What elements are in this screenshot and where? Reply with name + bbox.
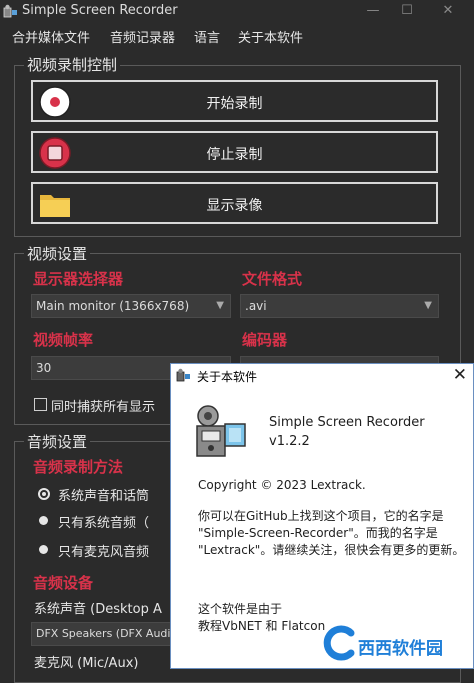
maximize-icon[interactable]: ☐ — [397, 2, 417, 20]
about-desc-line3: "Lextrack"。请继续关注，很快会有更多的更新。 — [198, 543, 465, 557]
show-recordings-label: 显示录像 — [206, 198, 263, 214]
monitor-select[interactable]: Main monitor (1366x768) ▼ — [31, 294, 231, 318]
video-record-group-title: 视频录制控制 — [24, 54, 121, 75]
menu-language[interactable]: 语言 — [194, 27, 220, 46]
video-settings-title: 视频设置 — [24, 243, 91, 264]
about-dialog-titlebar: 关于本软件 ✕ — [171, 364, 473, 387]
show-recordings-button[interactable]: 显示录像 — [31, 182, 438, 224]
file-format-value: .avi — [245, 299, 267, 313]
system-device-select[interactable]: DFX Speakers (DFX Audio E — [31, 622, 188, 646]
about-desc-line1: 你可以在GitHub上找到这个项目，它的名字是 — [198, 509, 444, 523]
stop-record-button[interactable]: 停止录制 — [31, 131, 438, 173]
menu-bar: 合并媒体文件 音频记录器 语言 关于本软件 — [0, 24, 474, 46]
about-made-line2: 教程VbNET 和 Flatcon — [198, 619, 326, 633]
file-format-select[interactable]: .avi ▼ — [240, 294, 439, 318]
about-version: v1.2.2 — [269, 434, 310, 449]
fps-value: 30 — [36, 361, 52, 375]
radio-system-and-mic[interactable] — [38, 488, 50, 500]
start-record-button[interactable]: 开始录制 — [31, 80, 438, 122]
chevron-down-icon: ▼ — [424, 300, 432, 311]
start-record-label: 开始录制 — [206, 96, 263, 112]
radio-mic-only-label: 只有麦克风音频 — [58, 545, 150, 560]
menu-about[interactable]: 关于本软件 — [238, 27, 303, 46]
window-title: Simple Screen Recorder — [22, 3, 178, 18]
audio-method-label: 音频录制方法 — [33, 458, 124, 476]
radio-system-only[interactable] — [39, 516, 48, 525]
audio-settings-title: 音频设置 — [24, 431, 91, 452]
close-icon[interactable]: ✕ — [438, 2, 458, 20]
close-icon[interactable]: ✕ — [453, 365, 467, 385]
fps-label: 视频帧率 — [33, 331, 94, 349]
chevron-down-icon: ▼ — [216, 300, 224, 311]
stop-record-label: 停止录制 — [206, 147, 263, 163]
app-icon — [176, 368, 190, 382]
title-bar: Simple Screen Recorder — ☐ ✕ — [0, 0, 474, 22]
radio-mic-only[interactable] — [39, 545, 48, 554]
about-desc-line2: "Simple-Screen-Recorder"。而我的名字是 — [198, 526, 438, 540]
menu-merge-media[interactable]: 合并媒体文件 — [12, 27, 90, 46]
about-dialog-title: 关于本软件 — [197, 370, 258, 384]
capture-all-label: 同时捕获所有显示 — [51, 400, 156, 415]
monitor-selector-label: 显示器选择器 — [33, 270, 124, 288]
file-format-label: 文件格式 — [242, 270, 303, 288]
system-device-value: DFX Speakers (DFX Audio E — [36, 627, 188, 640]
about-made-line1: 这个软件是由于 — [198, 602, 283, 616]
encoder-label: 编码器 — [242, 331, 288, 349]
about-app-name: Simple Screen Recorder — [269, 415, 425, 430]
system-sound-label: 系统声音 (Desktop A — [34, 602, 162, 617]
monitor-select-value: Main monitor (1366x768) — [36, 299, 190, 313]
camera-logo-icon — [196, 405, 246, 457]
watermark-logo-icon — [323, 625, 355, 661]
app-icon — [3, 4, 17, 18]
watermark-text: 西西软件园 — [358, 639, 443, 659]
watermark: 西西软件园 — [318, 620, 474, 669]
minimize-icon[interactable]: — — [363, 2, 383, 20]
audio-device-label: 音频设备 — [33, 574, 94, 592]
about-copyright: Copyright © 2023 Lextrack. — [198, 478, 366, 492]
radio-system-only-label: 只有系统音频（ — [58, 516, 150, 531]
radio-system-and-mic-label: 系统声音和话筒 — [58, 489, 150, 504]
menu-audio-recorder[interactable]: 音频记录器 — [110, 27, 175, 46]
mic-label: 麦克风 (Mic/Aux) — [34, 656, 139, 671]
capture-all-checkbox[interactable] — [34, 398, 47, 411]
